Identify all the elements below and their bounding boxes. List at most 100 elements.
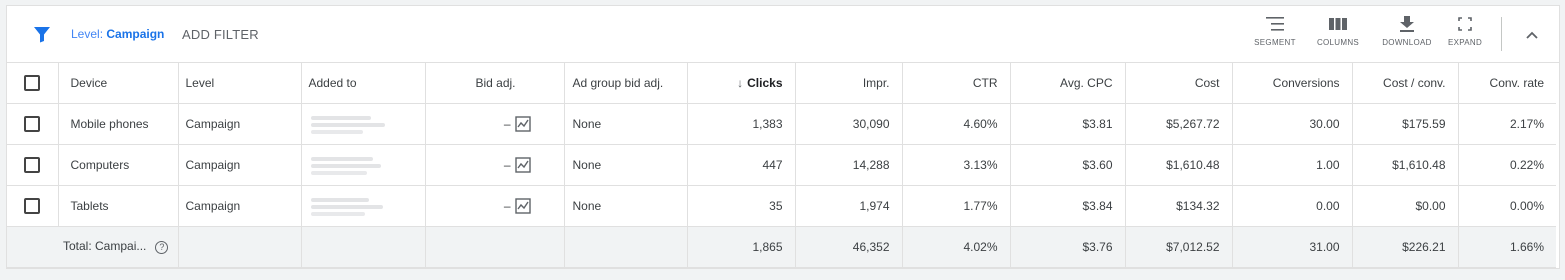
header-level[interactable]: Level [178,63,302,104]
total-ctr: 4.02% [902,226,1011,268]
added-to-cell [301,103,426,145]
avg-cpc-cell: $3.84 [1010,185,1126,227]
header-impr[interactable]: Impr. [795,63,903,104]
cost-conv-cell: $175.59 [1352,103,1459,145]
total-impr: 46,352 [795,226,903,268]
total-label-cell: Total: Campai...? [7,226,179,268]
toolbar-divider [1501,17,1502,51]
header-conversions[interactable]: Conversions [1232,63,1353,104]
header-ctr[interactable]: CTR [902,63,1011,104]
expand-button[interactable]: EXPAND [1434,16,1496,56]
row-select-cell [7,103,59,145]
download-button[interactable]: DOWNLOAD [1376,16,1438,56]
header-added-to[interactable]: Added to [301,63,426,104]
ctr-cell: 4.60% [902,103,1011,145]
chevron-up-icon[interactable] [1519,26,1545,44]
header-device[interactable]: Device [58,63,179,104]
segment-label: SEGMENT [1254,38,1296,47]
segment-icon [1266,17,1284,31]
table-header-row: Device Level Added to Bid adj. Ad group … [7,63,1556,104]
bid-adj-value: – [503,116,511,131]
table-row: Mobile phones Campaign – None 1,383 30,0… [7,103,1556,145]
conversions-cell: 1.00 [1232,144,1353,186]
download-icon [1400,16,1414,32]
select-all-checkbox[interactable] [24,74,41,91]
conv-rate-cell: 2.17% [1458,103,1556,145]
table-toolbar: Level: Campaign ADD FILTER SEGMENT COLUM… [7,6,1559,63]
header-clicks[interactable]: ↓ Clicks [687,63,796,104]
total-cost: $7,012.52 [1125,226,1233,268]
download-label: DOWNLOAD [1382,38,1432,47]
header-conv-rate[interactable]: Conv. rate [1458,63,1556,104]
chart-icon[interactable] [514,197,531,214]
segment-button[interactable]: SEGMENT [1244,16,1306,56]
impr-cell: 14,288 [795,144,903,186]
conversions-cell: 0.00 [1232,185,1353,227]
ctr-cell: 3.13% [902,144,1011,186]
row-checkbox[interactable] [24,197,41,214]
avg-cpc-cell: $3.60 [1010,144,1126,186]
chart-icon[interactable] [514,115,531,132]
row-select-cell [7,144,59,186]
ad-group-bid-adj-cell: None [564,144,688,186]
header-avg-cpc[interactable]: Avg. CPC [1010,63,1126,104]
row-checkbox[interactable] [24,115,41,132]
columns-label: COLUMNS [1316,38,1360,47]
device-cell: Tablets [58,185,179,227]
cost-cell: $1,610.48 [1125,144,1233,186]
header-bid-adj[interactable]: Bid adj. [425,63,565,104]
blurred-text-image [310,156,381,175]
header-ad-group-bid-adj[interactable]: Ad group bid adj. [564,63,688,104]
clicks-cell: 447 [687,144,796,186]
bid-adj-cell: – [425,144,565,186]
cost-cell: $5,267.72 [1125,103,1233,145]
blurred-text-image [310,115,385,134]
clicks-cell: 35 [687,185,796,227]
header-cost-conv[interactable]: Cost / conv. [1352,63,1459,104]
cost-conv-cell: $1,610.48 [1352,144,1459,186]
ad-group-bid-adj-cell: None [564,103,688,145]
impr-cell: 1,974 [795,185,903,227]
device-report-panel: Level: Campaign ADD FILTER SEGMENT COLUM… [6,5,1560,269]
sort-down-arrow-icon: ↓ [737,75,744,90]
chart-icon[interactable] [514,156,531,173]
help-icon[interactable]: ? [155,240,169,254]
cost-conv-cell: $0.00 [1352,185,1459,227]
total-cost-conv: $226.21 [1352,226,1459,268]
total-conversions: 31.00 [1232,226,1353,268]
conv-rate-cell: 0.00% [1458,185,1556,227]
ctr-cell: 1.77% [902,185,1011,227]
blurred-text-image [310,197,383,216]
columns-icon [1329,18,1347,30]
device-cell: Computers [58,144,179,186]
avg-cpc-cell: $3.81 [1010,103,1126,145]
add-filter-button[interactable]: ADD FILTER [182,27,259,42]
header-cost[interactable]: Cost [1125,63,1233,104]
conversions-cell: 30.00 [1232,103,1353,145]
select-all-cell [7,63,59,104]
total-row: Total: Campai...? 1,865 46,352 4.02% $3.… [7,226,1556,268]
added-to-cell [301,185,426,227]
level-prefix: Level: [71,27,107,41]
level-filter-chip[interactable]: Level: Campaign [71,27,164,41]
bid-adj-value: – [503,157,511,172]
level-cell: Campaign [178,185,302,227]
total-clicks: 1,865 [687,226,796,268]
filter-icon[interactable] [33,25,51,43]
added-to-cell [301,144,426,186]
expand-label: EXPAND [1447,38,1483,47]
table-row: Tablets Campaign – None 35 1,974 1.77% $… [7,185,1556,227]
level-cell: Campaign [178,144,302,186]
total-avg-cpc: $3.76 [1010,226,1126,268]
conv-rate-cell: 0.22% [1458,144,1556,186]
total-conv-rate: 1.66% [1458,226,1556,268]
total-empty-cell [301,226,426,268]
row-checkbox[interactable] [24,156,41,173]
device-table: Device Level Added to Bid adj. Ad group … [7,63,1556,268]
impr-cell: 30,090 [795,103,903,145]
clicks-cell: 1,383 [687,103,796,145]
expand-icon [1458,17,1472,31]
table-row: Computers Campaign – None 447 14,288 3.1… [7,144,1556,186]
columns-button[interactable]: COLUMNS [1307,16,1369,56]
level-value: Campaign [106,27,165,41]
